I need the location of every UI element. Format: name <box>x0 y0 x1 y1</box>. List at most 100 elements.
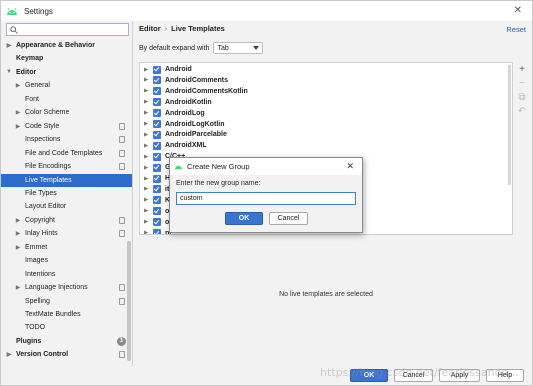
collapsed-arrow-icon[interactable]: ▶ <box>14 284 22 291</box>
expand-arrow-icon[interactable]: ▶ <box>144 77 148 83</box>
reset-link[interactable]: Reset <box>506 25 526 34</box>
expand-arrow-icon[interactable]: ▶ <box>144 176 148 182</box>
dialog-close-icon[interactable]: ✕ <box>346 161 354 172</box>
template-group-row[interactable]: ▶ AndroidLog <box>140 108 512 119</box>
add-icon[interactable]: + <box>515 64 529 76</box>
expand-arrow-icon[interactable]: ▶ <box>144 165 148 171</box>
empty-selection-message: No live templates are selected <box>279 291 373 298</box>
template-group-checkbox[interactable] <box>153 76 161 85</box>
sidebar-item-label: File Encodings <box>25 163 71 171</box>
remove-icon[interactable]: − <box>515 78 529 90</box>
collapsed-arrow-icon[interactable]: ▶ <box>14 217 22 224</box>
sidebar-item-textmate-bundles[interactable]: TextMate Bundles <box>1 308 132 321</box>
template-group-checkbox[interactable] <box>153 196 161 205</box>
sidebar-scrollbar[interactable] <box>127 241 131 361</box>
sidebar-item-live-templates[interactable]: Live Templates <box>1 173 132 187</box>
collapsed-arrow-icon[interactable]: ▶ <box>5 351 13 358</box>
template-group-checkbox[interactable] <box>153 207 161 216</box>
sidebar-item-general[interactable]: ▶ General <box>1 79 132 92</box>
settings-search-input[interactable] <box>6 23 129 36</box>
collapsed-arrow-icon[interactable]: ▶ <box>14 109 22 116</box>
template-group-row[interactable]: ▶ AndroidXML <box>140 140 512 151</box>
sidebar-item-label: Inlay Hints <box>25 230 58 238</box>
sidebar-item-code-style[interactable]: ▶ Code Style <box>1 120 132 133</box>
sidebar-item-version-control[interactable]: ▶ Version Control <box>1 348 132 361</box>
expand-arrow-icon[interactable]: ▶ <box>144 99 148 105</box>
template-group-checkbox[interactable] <box>153 109 161 118</box>
breadcrumb: Editor › Live Templates <box>139 24 225 33</box>
dialog-cancel-button[interactable]: Cancel <box>269 212 308 225</box>
expand-arrow-icon[interactable]: ▶ <box>144 208 148 214</box>
sidebar-item-file-and-code-templates[interactable]: File and Code Templates <box>1 147 132 160</box>
sidebar-item-label: Version Control <box>16 351 69 359</box>
template-group-checkbox[interactable] <box>153 65 161 74</box>
copy-icon[interactable]: ⧉ <box>515 92 529 104</box>
sidebar-item-emmet[interactable]: ▶ Emmet <box>1 241 132 254</box>
sidebar-item-inspections[interactable]: Inspections <box>1 133 132 146</box>
template-group-row[interactable]: ▶ AndroidCommentsKotlin <box>140 86 512 97</box>
expand-with-label: By default expand with <box>139 44 210 52</box>
dialog-ok-button[interactable]: OK <box>225 212 263 225</box>
sidebar-item-label: Keymap <box>16 55 44 63</box>
sidebar-item-editor[interactable]: ▼ Editor <box>1 66 132 79</box>
template-group-row[interactable]: ▶ AndroidLogKotlin <box>140 119 512 130</box>
template-group-row[interactable]: ▶ AndroidComments <box>140 75 512 86</box>
search-icon <box>10 25 18 34</box>
sidebar-item-language-injections[interactable]: ▶ Language Injections <box>1 281 132 294</box>
template-group-checkbox[interactable] <box>153 218 161 227</box>
expand-arrow-icon[interactable]: ▶ <box>144 230 148 234</box>
template-group-checkbox[interactable] <box>153 120 161 128</box>
template-group-name: AndroidParcelable <box>165 131 227 139</box>
expand-arrow-icon[interactable]: ▶ <box>144 197 148 203</box>
expand-arrow-icon[interactable]: ▶ <box>144 143 148 149</box>
sidebar-item-file-types[interactable]: File Types <box>1 187 132 200</box>
collapsed-arrow-icon[interactable]: ▶ <box>14 123 22 130</box>
template-group-checkbox[interactable] <box>153 229 161 234</box>
android-studio-icon <box>175 165 182 170</box>
sidebar-item-copyright[interactable]: ▶ Copyright <box>1 214 132 227</box>
group-name-input[interactable] <box>176 192 356 205</box>
window-close-icon[interactable]: ✕ <box>514 5 522 17</box>
sidebar-item-appearance-behavior[interactable]: ▶ Appearance & Behavior <box>1 39 132 52</box>
collapsed-arrow-icon[interactable]: ▶ <box>14 230 22 237</box>
expand-arrow-icon[interactable]: ▶ <box>144 132 148 138</box>
template-group-checkbox[interactable] <box>153 98 161 107</box>
expand-arrow-icon[interactable]: ▶ <box>144 110 148 116</box>
sidebar-item-plugins[interactable]: Plugins 1 <box>1 335 132 348</box>
expand-arrow-icon[interactable]: ▶ <box>144 67 148 73</box>
expand-with-select[interactable]: Tab <box>213 42 264 54</box>
sidebar-item-images[interactable]: Images <box>1 254 132 267</box>
sidebar-item-keymap[interactable]: Keymap <box>1 52 132 65</box>
template-group-checkbox[interactable] <box>153 163 161 172</box>
sidebar-item-todo[interactable]: TODO <box>1 321 132 334</box>
sidebar-item-layout-editor[interactable]: Layout Editor <box>1 200 132 213</box>
collapsed-arrow-icon[interactable]: ▶ <box>14 82 22 89</box>
template-group-row[interactable]: ▶ Android <box>140 64 512 75</box>
template-group-checkbox[interactable] <box>153 152 161 161</box>
expand-arrow-icon[interactable]: ▶ <box>144 186 148 192</box>
sidebar-item-color-scheme[interactable]: ▶ Color Scheme <box>1 106 132 119</box>
expanded-arrow-icon[interactable]: ▼ <box>5 69 13 75</box>
expand-arrow-icon[interactable]: ▶ <box>144 219 148 225</box>
sidebar-item-inlay-hints[interactable]: ▶ Inlay Hints <box>1 227 132 240</box>
expand-arrow-icon[interactable]: ▶ <box>144 88 148 94</box>
restore-icon[interactable]: ↶ <box>515 106 529 118</box>
project-settings-icon <box>119 149 125 157</box>
sidebar-item-file-encodings[interactable]: File Encodings <box>1 160 132 173</box>
template-group-checkbox[interactable] <box>153 87 161 96</box>
sidebar-item-label: General <box>25 82 50 90</box>
expand-arrow-icon[interactable]: ▶ <box>144 121 148 127</box>
expand-arrow-icon[interactable]: ▶ <box>144 154 148 160</box>
settings-sidebar: ▶ Appearance & Behavior Keymap ▼ Editor ▶ Gene… <box>1 21 133 366</box>
template-group-checkbox[interactable] <box>153 174 161 183</box>
sidebar-item-spelling[interactable]: Spelling <box>1 295 132 308</box>
sidebar-item-intentions[interactable]: Intentions <box>1 268 132 281</box>
collapsed-arrow-icon[interactable]: ▶ <box>5 42 13 49</box>
sidebar-item-font[interactable]: Font <box>1 93 132 106</box>
template-group-checkbox[interactable] <box>153 185 161 194</box>
template-group-checkbox[interactable] <box>153 141 161 150</box>
collapsed-arrow-icon[interactable]: ▶ <box>14 244 22 251</box>
template-group-checkbox[interactable] <box>153 130 161 139</box>
template-group-row[interactable]: ▶ AndroidParcelable <box>140 129 512 140</box>
template-group-row[interactable]: ▶ AndroidKotlin <box>140 97 512 108</box>
